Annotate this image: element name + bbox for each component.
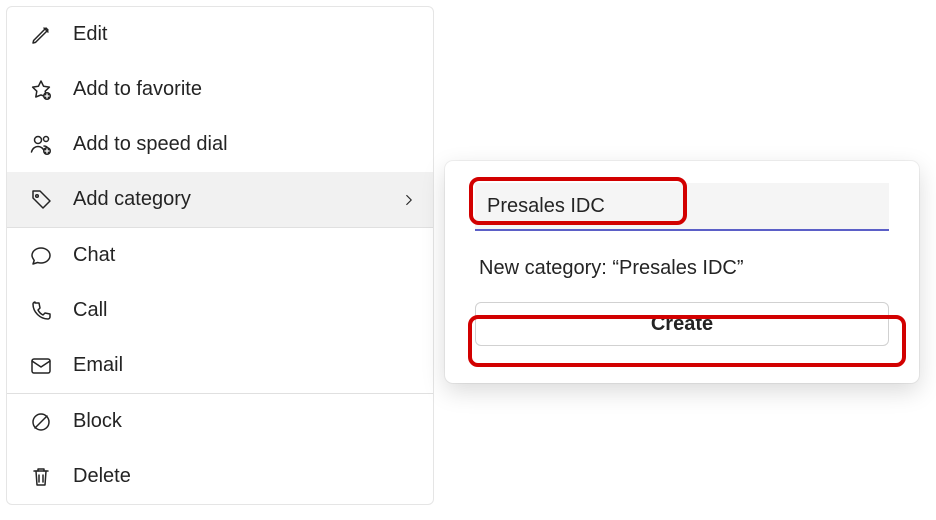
- chat-icon: [27, 242, 55, 270]
- menu-label: Chat: [73, 244, 419, 267]
- menu-item-delete[interactable]: Delete: [7, 449, 433, 504]
- menu-item-chat[interactable]: Chat: [7, 228, 433, 283]
- chevron-right-icon: [399, 190, 419, 210]
- suggestion-prefix: New category:: [479, 257, 612, 279]
- create-button[interactable]: Create: [475, 302, 889, 346]
- category-input[interactable]: [475, 183, 889, 229]
- menu-item-speed-dial[interactable]: Add to speed dial: [7, 117, 433, 172]
- menu-item-call[interactable]: Call: [7, 283, 433, 338]
- menu-item-edit[interactable]: Edit: [7, 7, 433, 62]
- menu-label: Edit: [73, 23, 419, 46]
- menu-item-add-category[interactable]: Add category: [7, 172, 433, 227]
- menu-item-favorite[interactable]: Add to favorite: [7, 62, 433, 117]
- menu-label: Add to favorite: [73, 78, 419, 101]
- trash-icon: [27, 463, 55, 491]
- phone-icon: [27, 297, 55, 325]
- menu-item-email[interactable]: Email: [7, 338, 433, 393]
- star-plus-icon: [27, 76, 55, 104]
- mail-icon: [27, 352, 55, 380]
- new-category-suggestion[interactable]: New category: “Presales IDC”: [475, 257, 889, 280]
- block-icon: [27, 408, 55, 436]
- menu-label: Add to speed dial: [73, 133, 419, 156]
- menu-label: Call: [73, 299, 419, 322]
- menu-label: Block: [73, 410, 419, 433]
- menu-label: Delete: [73, 465, 419, 488]
- tag-icon: [27, 186, 55, 214]
- menu-label: Email: [73, 354, 419, 377]
- category-input-wrap[interactable]: [475, 183, 889, 231]
- menu-item-block[interactable]: Block: [7, 394, 433, 449]
- suggestion-value: “Presales IDC”: [612, 257, 743, 279]
- context-menu[interactable]: Edit Add to favorite Add to speed dial A…: [6, 6, 434, 505]
- add-category-flyout: New category: “Presales IDC” Create: [445, 161, 919, 383]
- menu-label: Add category: [73, 188, 399, 211]
- pencil-icon: [27, 21, 55, 49]
- person-plus-icon: [27, 131, 55, 159]
